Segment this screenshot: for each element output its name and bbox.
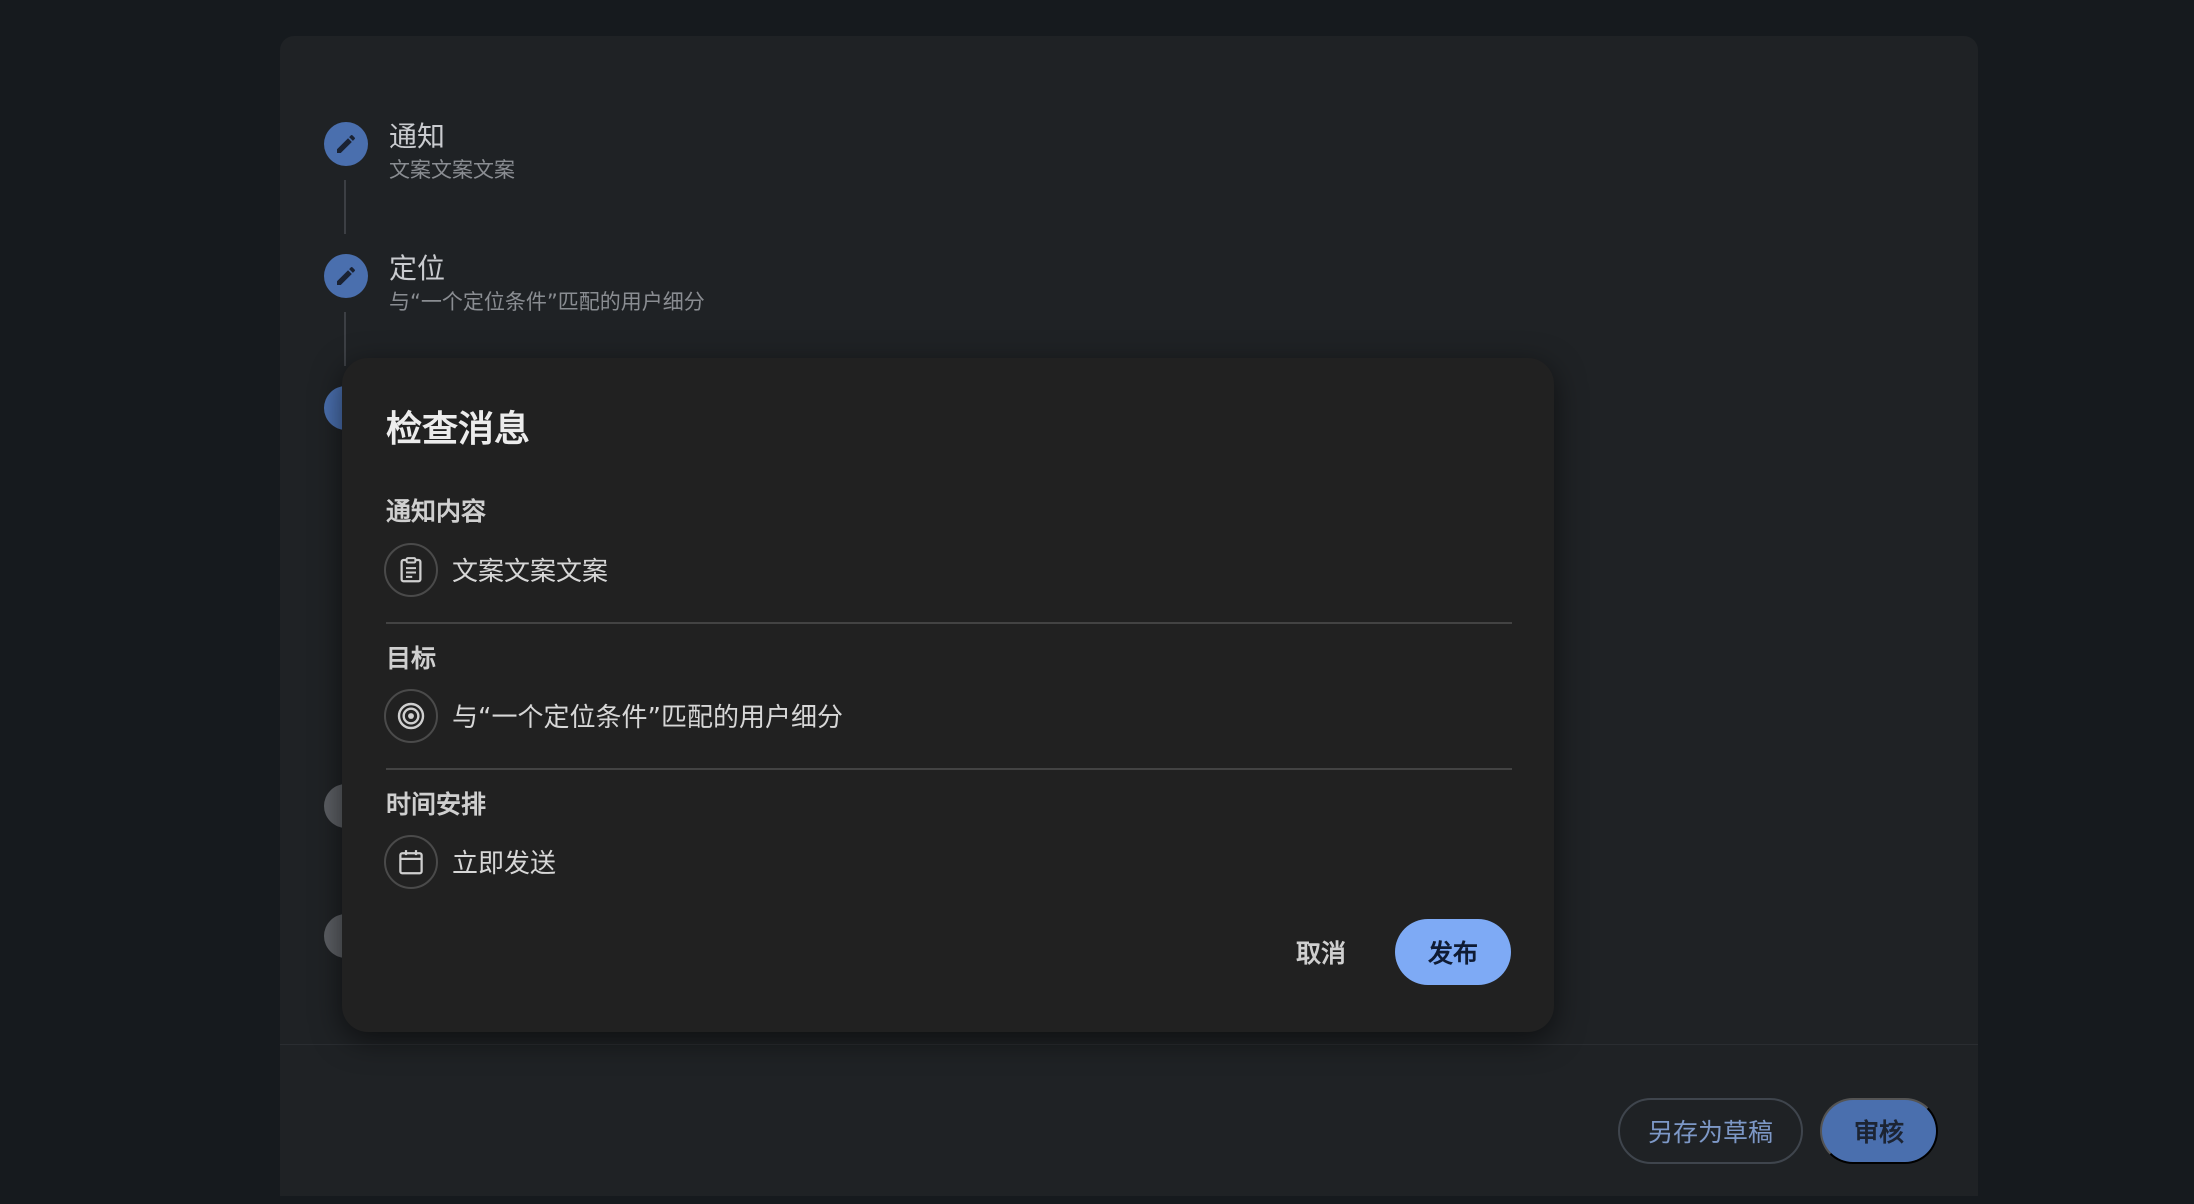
section-label-target: 目标 [386, 639, 436, 675]
divider [386, 622, 1512, 624]
schedule-value: 立即发送 [452, 843, 556, 880]
cancel-button[interactable]: 取消 [1274, 919, 1368, 985]
divider [386, 768, 1512, 770]
section-label-schedule: 时间安排 [386, 785, 486, 821]
calendar-icon [384, 835, 438, 889]
notification-content-value: 文案文案文案 [452, 551, 608, 588]
publish-button[interactable]: 发布 [1395, 919, 1511, 985]
target-icon [384, 689, 438, 743]
review-message-dialog: 检查消息 通知内容 文案文案文案 目标 与“一个定位条件”匹配的用户细分 时间安… [342, 358, 1554, 1032]
clipboard-icon [384, 543, 438, 597]
target-value: 与“一个定位条件”匹配的用户细分 [452, 697, 843, 734]
section-label-notification-content: 通知内容 [386, 492, 486, 528]
dialog-title: 检查消息 [386, 400, 530, 452]
